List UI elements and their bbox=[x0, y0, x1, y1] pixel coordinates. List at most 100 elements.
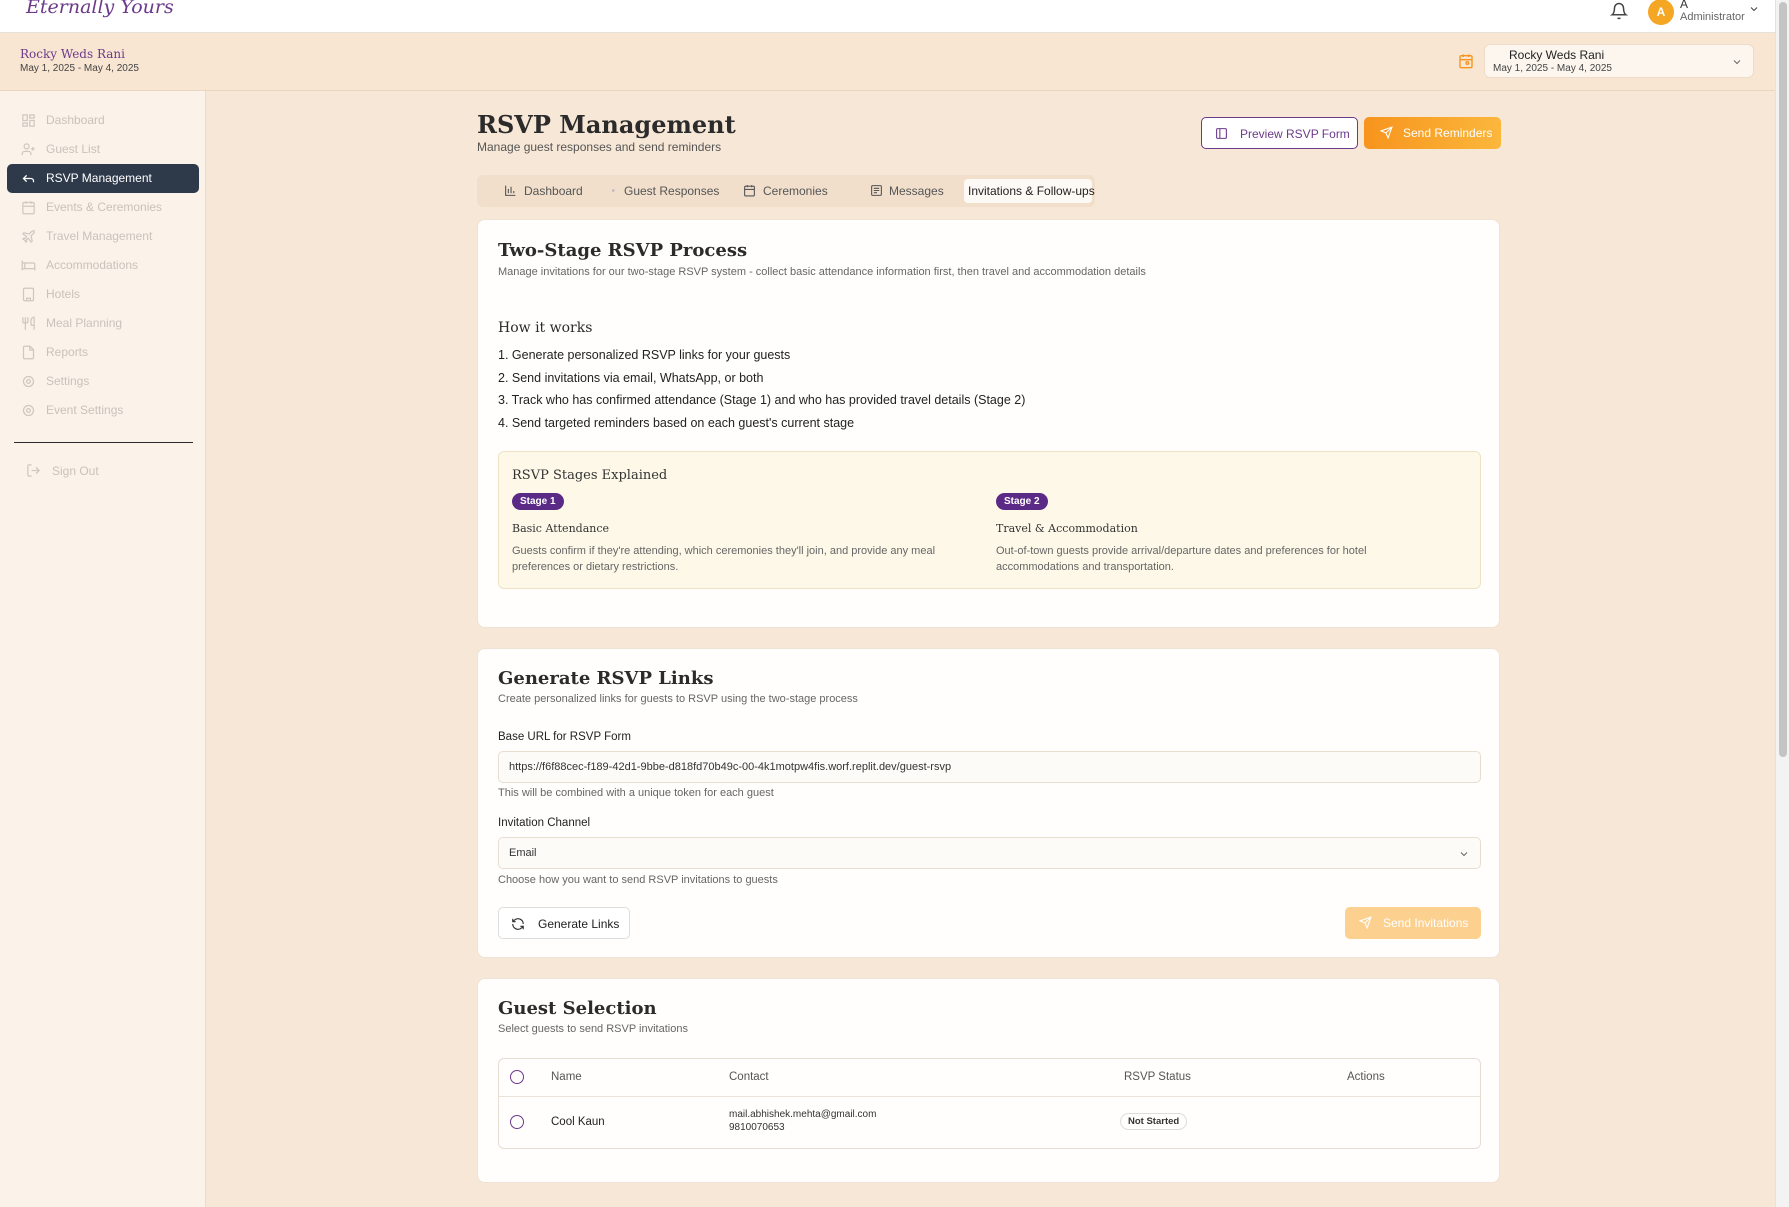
sidebar-item-reports[interactable]: Reports bbox=[7, 338, 199, 367]
sidebar-item-label: Meal Planning bbox=[46, 316, 123, 330]
tab-dashboard[interactable]: Dashboard bbox=[504, 179, 594, 203]
calendar-icon bbox=[1459, 54, 1473, 69]
scrollbar-thumb[interactable] bbox=[1779, 2, 1787, 757]
sidebar-item-label: Event Settings bbox=[46, 403, 124, 417]
tab-ceremonies[interactable]: Ceremonies bbox=[743, 179, 838, 203]
logout-icon bbox=[27, 464, 41, 477]
stage-badge: Stage 1 bbox=[512, 493, 564, 510]
tab-label: Guest Responses bbox=[624, 184, 720, 198]
event-dates: May 1, 2025 - May 4, 2025 bbox=[20, 63, 139, 74]
sidebar-item-label: Events & Ceremonies bbox=[46, 200, 163, 214]
sidebar-item-meal-planning[interactable]: Meal Planning bbox=[7, 309, 199, 338]
invitation-channel-help: Choose how you want to send RSVP invitat… bbox=[498, 874, 778, 886]
sidebar-item-settings[interactable]: Settings bbox=[7, 367, 199, 396]
guest-table: Name Contact RSVP Status Actions Cool Ka… bbox=[498, 1058, 1481, 1149]
list-item: 1. Generate personalized RSVP links for … bbox=[498, 348, 791, 362]
user-name: A bbox=[1680, 0, 1689, 11]
sidebar-item-hotels[interactable]: Hotels bbox=[7, 280, 199, 309]
avatar[interactable]: A bbox=[1648, 0, 1674, 25]
tab-guest-responses[interactable]: Guest Responses bbox=[610, 179, 720, 203]
utensils-icon bbox=[22, 316, 35, 330]
user-role: Administrator bbox=[1680, 11, 1745, 23]
app-logo[interactable]: Eternally Yours bbox=[26, 0, 174, 18]
send-icon bbox=[1380, 126, 1393, 139]
guest-phone: 9810070653 bbox=[729, 1122, 785, 1133]
card-subtitle: Select guests to send RSVP invitations bbox=[498, 1023, 688, 1035]
stages-title: RSVP Stages Explained bbox=[512, 468, 668, 483]
bar-chart-icon bbox=[505, 185, 516, 196]
rsvp-process-card: Two-Stage RSVP Process Manage invitation… bbox=[477, 219, 1500, 628]
invitation-channel-value: Email bbox=[509, 847, 537, 859]
gear-icon bbox=[22, 375, 35, 388]
column-header: Actions bbox=[1347, 1071, 1385, 1083]
send-icon bbox=[1359, 916, 1372, 929]
sidebar-item-label: Travel Management bbox=[46, 229, 153, 243]
reply-icon bbox=[22, 174, 35, 183]
sidebar-item-label: Guest List bbox=[46, 142, 101, 156]
send-invitations-label: Send Invitations bbox=[1383, 916, 1469, 930]
chevron-down-icon bbox=[1460, 852, 1468, 857]
sidebar-item-events[interactable]: Events & Ceremonies bbox=[7, 193, 199, 222]
chevron-down-icon[interactable] bbox=[1748, 3, 1760, 15]
layout-icon bbox=[1216, 128, 1227, 139]
users-icon bbox=[21, 143, 35, 156]
rsvp-stages-panel: RSVP Stages Explained Stage 1 Basic Atte… bbox=[498, 451, 1481, 589]
sidebar-item-guest-list[interactable]: Guest List bbox=[7, 135, 199, 164]
card-title: Guest Selection bbox=[498, 998, 657, 1019]
base-url-help: This will be combined with a unique toke… bbox=[498, 787, 774, 799]
card-title: Two-Stage RSVP Process bbox=[498, 240, 748, 261]
invitation-channel-select[interactable]: Email bbox=[498, 837, 1481, 869]
sidebar-item-accommodations[interactable]: Accommodations bbox=[7, 251, 199, 280]
list-item: 2. Send invitations via email, WhatsApp,… bbox=[498, 370, 764, 385]
generate-links-button[interactable]: Generate Links bbox=[498, 907, 630, 939]
refresh-icon bbox=[512, 918, 524, 930]
base-url-label: Base URL for RSVP Form bbox=[498, 731, 631, 743]
plane-icon bbox=[21, 230, 35, 244]
calendar-icon bbox=[22, 201, 35, 215]
list-item: 3. Track who has confirmed attendance (S… bbox=[498, 393, 1026, 407]
select-all-checkbox[interactable] bbox=[510, 1070, 524, 1084]
send-reminders-label: Send Reminders bbox=[1403, 126, 1493, 140]
sign-out-label: Sign Out bbox=[52, 464, 99, 478]
tab-invitations-follow-ups[interactable]: Invitations & Follow-ups bbox=[964, 179, 1095, 203]
stage-title: Travel & Accommodation bbox=[996, 522, 1138, 535]
event-selector[interactable]: Rocky Weds Rani May 1, 2025 - May 4, 202… bbox=[1484, 44, 1754, 78]
sidebar-item-label: Accommodations bbox=[46, 258, 139, 272]
generate-links-card: Generate RSVP Links Create personalized … bbox=[477, 648, 1500, 958]
sidebar-item-label: RSVP Management bbox=[46, 171, 152, 185]
row-select-checkbox[interactable] bbox=[510, 1115, 524, 1129]
column-header: RSVP Status bbox=[1124, 1071, 1191, 1083]
sidebar-item-rsvp-management[interactable]: RSVP Management bbox=[7, 164, 199, 193]
page-scrollbar[interactable] bbox=[1775, 0, 1789, 1207]
bell-icon[interactable] bbox=[1610, 2, 1628, 20]
base-url-field[interactable]: https://f6f88cec-f189-42d1-9bbe-d818fd70… bbox=[498, 751, 1481, 783]
message-icon bbox=[871, 185, 882, 196]
send-invitations-button[interactable]: Send Invitations bbox=[1345, 907, 1481, 939]
page-subtitle: Manage guest responses and send reminder… bbox=[477, 140, 722, 154]
generate-links-label: Generate Links bbox=[538, 917, 620, 931]
tab-label: Dashboard bbox=[524, 184, 583, 198]
send-reminders-button[interactable]: Send Reminders bbox=[1364, 117, 1501, 149]
steps-list: 1. Generate personalized RSVP links for … bbox=[498, 348, 1025, 438]
event-bar: Rocky Weds Rani May 1, 2025 - May 4, 202… bbox=[0, 33, 1775, 91]
sidebar-item-label: Reports bbox=[46, 345, 89, 359]
tab-messages[interactable]: Messages bbox=[870, 179, 955, 203]
how-it-works-title: How it works bbox=[498, 320, 593, 336]
sidebar-item-event-settings[interactable]: Event Settings bbox=[7, 396, 199, 425]
gear-icon bbox=[22, 404, 35, 417]
tab-label: Messages bbox=[889, 184, 944, 198]
guest-name: Cool Kaun bbox=[551, 1116, 605, 1128]
stage-description: Out-of-town guests provide arrival/depar… bbox=[996, 545, 1367, 573]
page-title: RSVP Management bbox=[477, 110, 736, 139]
column-header: Contact bbox=[729, 1071, 769, 1083]
sidebar: Dashboard Guest List RSVP Management Eve… bbox=[0, 91, 206, 1207]
sidebar-item-dashboard[interactable]: Dashboard bbox=[7, 106, 199, 135]
sidebar-item-label: Settings bbox=[46, 374, 90, 388]
tab-bar: Dashboard Guest Responses Ceremonies Mes… bbox=[477, 175, 1095, 207]
card-subtitle: Manage invitations for our two-stage RSV… bbox=[498, 266, 1146, 278]
bed-icon bbox=[21, 260, 36, 271]
sidebar-item-label: Dashboard bbox=[46, 113, 105, 127]
preview-rsvp-form-button[interactable]: Preview RSVP Form bbox=[1201, 117, 1358, 149]
sidebar-item-travel[interactable]: Travel Management bbox=[7, 222, 199, 251]
sidebar-item-label: Hotels bbox=[46, 287, 81, 301]
